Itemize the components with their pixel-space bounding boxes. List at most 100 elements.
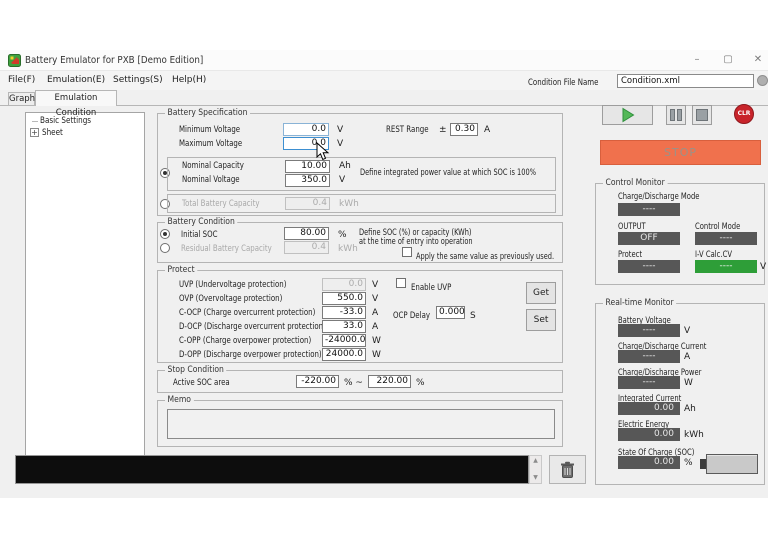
rest-range-label: REST Range [386,125,429,135]
stop-square-button[interactable] [692,105,712,125]
d-opp-unit: W [372,350,381,360]
battery-icon [700,454,760,474]
condition-file-input[interactable]: Condition.xml [617,74,754,88]
soc-unit: % [684,458,693,468]
play-button[interactable] [602,105,653,125]
battery-voltage-unit: V [684,326,691,336]
total-capacity-box: Total Battery Capacity 0.4 kWh [167,194,556,213]
d-opp-label: D-OPP (Discharge overpower protection) [179,350,322,360]
battery-condition-title: Battery Condition [165,217,238,228]
ocp-delay-label: OCP Delay [393,311,431,321]
tree-line [32,121,38,122]
initial-soc-input[interactable]: 80.00 [284,227,329,240]
integrated-current-unit: Ah [684,404,696,414]
soc-area-separator: % ~ [344,378,363,388]
pause-button[interactable] [666,105,686,125]
c-opp-input[interactable]: -24000.0 [322,334,366,347]
integrated-current-value: 0.00 [618,402,680,415]
nominal-voltage-label: Nominal Voltage [182,175,240,185]
ovp-input[interactable]: 550.0 [322,292,366,305]
tree-expander-icon[interactable] [30,128,39,137]
enable-uvp-checkbox[interactable] [396,278,406,288]
soc-area-from-input[interactable]: -220.00 [296,375,339,388]
protect-monitor-label: Protect [618,250,643,260]
tab-graph[interactable]: Graph [8,92,35,106]
tab-emulation-condition[interactable]: Emulation Condition [35,90,117,118]
soc-note-line2: at the time of entry into operation [359,237,473,247]
memo-textarea[interactable] [167,409,555,439]
menu-bar: File(F) Emulation(E) Settings(S) Help(H)… [0,71,768,90]
min-voltage-input[interactable]: 0.0 [283,123,329,136]
protect-title: Protect [165,265,198,276]
rest-range-input[interactable]: 0.30 [450,123,478,136]
battery-voltage-value: ---- [618,324,680,337]
total-capacity-label: Total Battery Capacity [182,199,260,209]
condition-file-label: Condition File Name [528,78,599,88]
nominal-capacity-unit: Ah [339,161,351,171]
menu-emulation[interactable]: Emulation(E) [47,75,105,85]
residual-label: Residual Battery Capacity [181,244,272,254]
maximize-icon[interactable]: ▢ [719,52,737,68]
pause-icon [670,109,682,121]
scroll-down-icon[interactable]: ▼ [530,474,541,482]
soc-100-note: Define integrated power value at which S… [360,168,536,178]
trash-icon [561,461,574,478]
nominal-capacity-label: Nominal Capacity [182,161,244,171]
iv-calc-unit: V [760,262,767,272]
c-ocp-unit: A [372,308,379,318]
control-mode-label: Control Mode [695,222,741,232]
trash-button[interactable] [549,455,586,484]
nominal-voltage-input[interactable]: 350.0 [285,174,330,187]
close-icon[interactable]: ✕ [749,52,767,68]
cd-current-unit: A [684,352,691,362]
menu-file[interactable]: File(F) [8,75,35,85]
minimize-icon[interactable]: – [688,52,706,68]
stop-condition-title: Stop Condition [165,365,227,376]
scroll-up-icon[interactable]: ▲ [530,457,541,465]
stop-button[interactable]: STOP [600,140,761,165]
get-button[interactable]: Get [526,282,556,304]
menu-settings[interactable]: Settings(S) [113,75,163,85]
clr-button[interactable]: CLR [734,104,754,124]
c-ocp-input[interactable]: -33.0 [322,306,366,319]
cd-power-value: ---- [618,376,680,389]
electric-energy-value: 0.00 [618,428,680,441]
battery-spec-title: Battery Specification [165,108,250,119]
apply-previous-checkbox[interactable] [402,247,412,257]
d-ocp-label: D-OCP (Discharge overcurrent protection) [179,322,326,332]
plus-minus-sign: ± [439,125,447,135]
console-scrollbar[interactable]: ▲ ▼ [529,455,542,484]
mouse-cursor [316,142,330,161]
d-ocp-input[interactable]: 33.0 [322,320,366,333]
settings-tree: Basic Settings Sheet [25,112,145,456]
stop-square-icon [696,109,708,121]
uvp-input: 0.0 [322,278,366,291]
c-opp-unit: W [372,336,381,346]
electric-energy-unit: kWh [684,430,704,440]
max-voltage-label: Maximum Voltage [179,139,243,149]
soc-value: 0.00 [618,456,680,469]
tree-item-sheet[interactable]: Sheet [42,128,63,138]
uvp-label: UVP (Undervoltage protection) [179,280,287,290]
output-value: OFF [618,232,680,245]
iv-calc-value: ---- [695,260,757,273]
ovp-label: OVP (Overvoltage protection) [179,294,283,304]
iv-calc-label: I-V Calc.CV [695,250,732,260]
ocp-delay-unit: S [470,311,476,321]
residual-unit: kWh [338,244,358,254]
max-voltage-unit: V [337,139,344,149]
initial-soc-label: Initial SOC [181,230,218,240]
set-button[interactable]: Set [526,309,556,331]
soc-area-to-input[interactable]: 220.00 [368,375,411,388]
d-opp-input[interactable]: 24000.0 [322,348,366,361]
realtime-monitor-group: Real-time Monitor Battery Voltage ---- V… [595,298,765,485]
d-ocp-unit: A [372,322,379,332]
initial-soc-radio[interactable] [160,229,170,239]
residual-radio[interactable] [160,243,170,253]
ocp-delay-input[interactable]: 0.000 [436,306,465,319]
control-mode-value: ---- [695,232,757,245]
play-icon [622,107,634,123]
realtime-monitor-title: Real-time Monitor [603,298,677,309]
apply-previous-label: Apply the same value as previously used. [416,252,555,262]
menu-help[interactable]: Help(H) [172,75,206,85]
